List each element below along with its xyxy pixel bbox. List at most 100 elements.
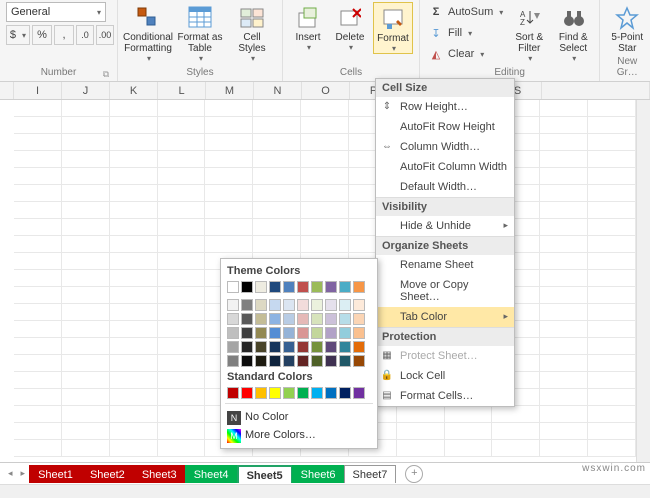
color-swatch[interactable] — [269, 387, 281, 399]
vertical-scrollbar[interactable] — [636, 100, 650, 462]
sheet-tab[interactable]: Sheet5 — [237, 465, 293, 483]
tab-nav-next[interactable]: ▸ — [17, 468, 30, 479]
column-header[interactable]: K — [110, 82, 158, 99]
color-swatch[interactable] — [269, 313, 281, 325]
menu-protect-sheet[interactable]: ▦Protect Sheet… — [376, 346, 514, 366]
color-swatch[interactable] — [255, 281, 267, 293]
menu-tab-color[interactable]: Tab Color — [376, 307, 514, 327]
color-swatch[interactable] — [241, 313, 253, 325]
column-header[interactable]: L — [158, 82, 206, 99]
picker-more-colors[interactable]: MMore Colors… — [225, 426, 373, 444]
color-swatch[interactable] — [255, 387, 267, 399]
menu-rename-sheet[interactable]: Rename Sheet — [376, 255, 514, 275]
currency-button[interactable]: $▾ — [6, 25, 30, 45]
color-swatch[interactable] — [241, 341, 253, 353]
number-format-select[interactable]: General ▾ — [6, 2, 106, 22]
color-swatch[interactable] — [311, 313, 323, 325]
color-swatch[interactable] — [353, 387, 365, 399]
clear-button[interactable]: ◭Clear▾ — [426, 44, 505, 64]
color-swatch[interactable] — [297, 299, 309, 311]
color-swatch[interactable] — [311, 387, 323, 399]
menu-row-height[interactable]: ⇕Row Height… — [376, 97, 514, 117]
color-swatch[interactable] — [311, 299, 323, 311]
find-select-button[interactable]: Find & Select▾ — [553, 2, 593, 63]
color-swatch[interactable] — [353, 313, 365, 325]
sheet-tab[interactable]: Sheet6 — [292, 465, 345, 483]
color-swatch[interactable] — [311, 281, 323, 293]
color-swatch[interactable] — [339, 387, 351, 399]
conditional-formatting-button[interactable]: Conditional Formatting▾ — [124, 2, 172, 63]
color-swatch[interactable] — [297, 341, 309, 353]
color-swatch[interactable] — [325, 387, 337, 399]
color-swatch[interactable] — [241, 387, 253, 399]
percent-button[interactable]: % — [32, 25, 52, 45]
fill-button[interactable]: ↧Fill▾ — [426, 23, 505, 43]
color-swatch[interactable] — [311, 327, 323, 339]
autosum-button[interactable]: ΣAutoSum▾ — [426, 2, 505, 22]
color-swatch[interactable] — [353, 327, 365, 339]
column-header[interactable]: O — [302, 82, 350, 99]
color-swatch[interactable] — [283, 327, 295, 339]
column-header[interactable]: J — [62, 82, 110, 99]
color-swatch[interactable] — [283, 299, 295, 311]
format-button[interactable]: Format▾ — [373, 2, 413, 54]
add-sheet-button[interactable]: + — [405, 465, 423, 483]
picker-no-color[interactable]: NNo Color — [225, 408, 373, 426]
color-swatch[interactable] — [283, 341, 295, 353]
color-swatch[interactable] — [255, 327, 267, 339]
color-swatch[interactable] — [297, 281, 309, 293]
color-swatch[interactable] — [339, 281, 351, 293]
sort-filter-button[interactable]: AZ Sort & Filter▾ — [509, 2, 549, 63]
color-swatch[interactable] — [255, 341, 267, 353]
cell-styles-button[interactable]: Cell Styles▾ — [228, 2, 276, 63]
five-point-star-button[interactable]: 5-Point Star — [606, 2, 648, 54]
delete-button[interactable]: Delete▾ — [331, 2, 369, 52]
color-swatch[interactable] — [269, 299, 281, 311]
tab-nav-prev[interactable]: ◂ — [4, 468, 17, 479]
color-swatch[interactable] — [227, 299, 239, 311]
color-swatch[interactable] — [353, 281, 365, 293]
column-header[interactable]: M — [206, 82, 254, 99]
color-swatch[interactable] — [325, 281, 337, 293]
color-swatch[interactable] — [325, 299, 337, 311]
color-swatch[interactable] — [241, 355, 253, 367]
color-swatch[interactable] — [297, 313, 309, 325]
color-swatch[interactable] — [227, 327, 239, 339]
color-swatch[interactable] — [227, 387, 239, 399]
format-as-table-button[interactable]: Format as Table▾ — [176, 2, 224, 63]
color-swatch[interactable] — [255, 299, 267, 311]
color-swatch[interactable] — [297, 355, 309, 367]
menu-autofit-row[interactable]: AutoFit Row Height — [376, 117, 514, 137]
color-swatch[interactable] — [283, 387, 295, 399]
sheet-tab[interactable]: Sheet1 — [29, 465, 82, 483]
color-swatch[interactable] — [325, 341, 337, 353]
color-swatch[interactable] — [269, 355, 281, 367]
comma-button[interactable]: , — [54, 25, 74, 45]
color-swatch[interactable] — [353, 355, 365, 367]
color-swatch[interactable] — [227, 355, 239, 367]
color-swatch[interactable] — [227, 313, 239, 325]
color-swatch[interactable] — [339, 313, 351, 325]
color-swatch[interactable] — [269, 341, 281, 353]
sheet-tab[interactable]: Sheet2 — [81, 465, 134, 483]
color-swatch[interactable] — [241, 281, 253, 293]
color-swatch[interactable] — [297, 387, 309, 399]
sheet-tab[interactable]: Sheet7 — [344, 465, 397, 483]
color-swatch[interactable] — [283, 281, 295, 293]
column-header[interactable]: I — [14, 82, 62, 99]
menu-autofit-col[interactable]: AutoFit Column Width — [376, 157, 514, 177]
sheet-tab[interactable]: Sheet4 — [185, 465, 238, 483]
color-swatch[interactable] — [297, 327, 309, 339]
color-swatch[interactable] — [241, 299, 253, 311]
menu-hide-unhide[interactable]: Hide & Unhide — [376, 216, 514, 236]
insert-button[interactable]: Insert▾ — [289, 2, 327, 52]
color-swatch[interactable] — [311, 341, 323, 353]
color-swatch[interactable] — [353, 299, 365, 311]
menu-lock-cell[interactable]: 🔒Lock Cell — [376, 366, 514, 386]
color-swatch[interactable] — [325, 355, 337, 367]
decrease-decimal-button[interactable]: .00 — [96, 25, 114, 45]
menu-column-width[interactable]: ⇔Column Width… — [376, 137, 514, 157]
color-swatch[interactable] — [227, 281, 239, 293]
increase-decimal-button[interactable]: .0 — [76, 25, 94, 45]
menu-format-cells[interactable]: ▤Format Cells… — [376, 386, 514, 406]
